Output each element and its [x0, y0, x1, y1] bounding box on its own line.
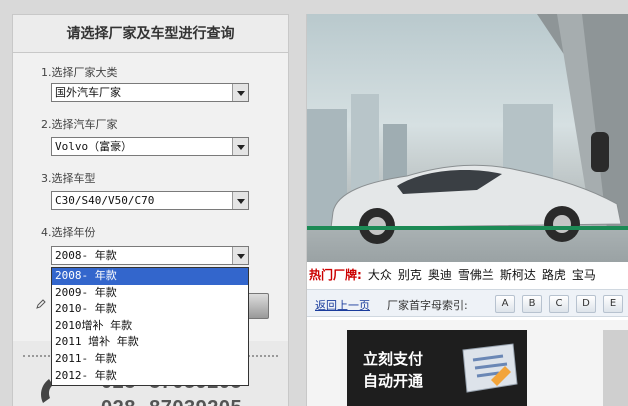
letter-index-label: 厂家首字母索引:	[387, 299, 468, 312]
panel-title: 请选择厂家及车型进行查询	[13, 15, 288, 53]
car-banner-image	[307, 14, 628, 262]
select-value: 国外汽车厂家	[55, 86, 121, 99]
select-value: C30/S40/V50/C70	[55, 194, 155, 207]
brand-link[interactable]: 别克	[398, 268, 422, 282]
letter-button-e[interactable]: E	[603, 295, 623, 313]
year-select[interactable]: 2008- 年款	[51, 246, 249, 265]
car-query-panel: 请选择厂家及车型进行查询 1.选择厂家大类 国外汽车厂家 2.选择汽车厂家 Vo…	[12, 14, 289, 406]
letter-button-d[interactable]: D	[576, 295, 596, 313]
chevron-down-icon[interactable]	[232, 247, 248, 264]
ad-area: 立刻支付 自动开通	[307, 320, 628, 406]
year-option[interactable]: 2009- 年款	[52, 285, 248, 302]
brand-link[interactable]: 路虎	[542, 268, 566, 282]
side-thumbnail	[603, 330, 628, 406]
year-option[interactable]: 2012- 年款	[52, 368, 248, 385]
year-option[interactable]: 2010- 年款	[52, 301, 248, 318]
manufacturer-category-select[interactable]: 国外汽车厂家	[51, 83, 249, 102]
step2-label: 2.选择汽车厂家	[41, 118, 118, 131]
chevron-down-icon[interactable]	[232, 192, 248, 209]
letter-button-b[interactable]: B	[522, 295, 542, 313]
brand-link[interactable]: 斯柯达	[500, 268, 536, 282]
ad-line2: 自动开通	[363, 372, 424, 390]
year-option[interactable]: 2011- 年款	[52, 351, 248, 368]
banner-graphic	[307, 14, 628, 244]
pen-icon	[36, 299, 46, 309]
select-value: 2008- 年款	[55, 249, 117, 262]
brand-link[interactable]: 奥迪	[428, 268, 452, 282]
phone-number: 028- 87039205	[101, 397, 242, 406]
brand-link[interactable]: 大众	[368, 268, 392, 282]
year-option[interactable]: 2011 增补 年款	[52, 334, 248, 351]
brand-link[interactable]: 雪佛兰	[458, 268, 494, 282]
brand-link[interactable]: 宝马	[572, 268, 596, 282]
select-value: Volvo（富豪）	[55, 140, 133, 153]
year-dropdown-list[interactable]: 2008- 年款 2009- 年款 2010- 年款 2010增补 年款 201…	[51, 267, 249, 386]
hot-brands-bar: 热门厂牌: 大众 别克 奥迪 雪佛兰 斯柯达 路虎 宝马	[307, 266, 628, 286]
step1-label: 1.选择厂家大类	[41, 66, 118, 79]
step3-label: 3.选择车型	[41, 172, 96, 185]
payment-screen-icon	[462, 343, 518, 393]
content-area: 热门厂牌: 大众 别克 奥迪 雪佛兰 斯柯达 路虎 宝马 返回上一页 厂家首字母索引: A B…	[306, 14, 628, 406]
ad-line1: 立刻支付	[363, 350, 424, 368]
letter-button-c[interactable]: C	[549, 295, 569, 313]
hot-brands-label: 热门厂牌:	[309, 268, 362, 282]
step4-label: 4.选择年份	[41, 226, 96, 239]
year-option[interactable]: 2008- 年款	[52, 268, 248, 285]
car-model-select[interactable]: C30/S40/V50/C70	[51, 191, 249, 210]
chevron-down-icon[interactable]	[232, 138, 248, 155]
manufacturer-select[interactable]: Volvo（富豪）	[51, 137, 249, 156]
payment-ad-banner[interactable]: 立刻支付 自动开通	[347, 330, 527, 406]
chevron-down-icon[interactable]	[232, 84, 248, 101]
back-link[interactable]: 返回上一页	[315, 297, 370, 313]
letter-index-bar: 返回上一页 厂家首字母索引: A B C D E	[307, 289, 628, 317]
green-strip	[307, 226, 628, 230]
year-option[interactable]: 2010增补 年款	[52, 318, 248, 335]
letter-button-a[interactable]: A	[495, 295, 515, 313]
